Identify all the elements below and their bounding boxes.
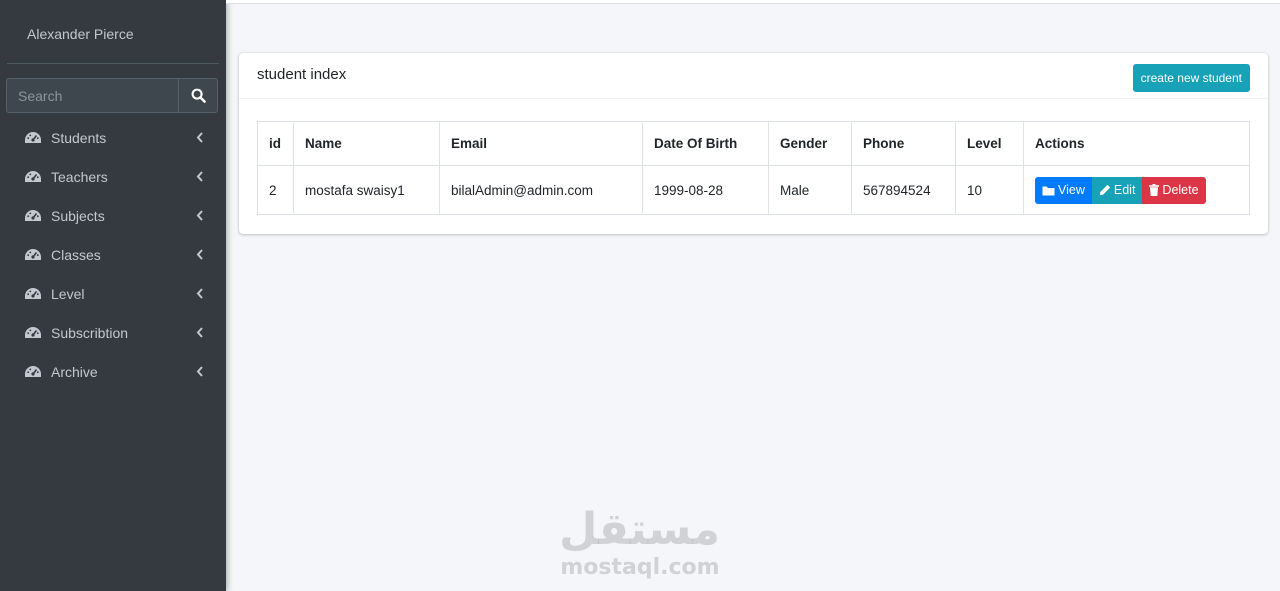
edit-button-label: Edit xyxy=(1113,183,1136,197)
user-panel: Alexander Pierce xyxy=(7,0,219,64)
sidebar-nav: Students Teachers Subjects Classes Level… xyxy=(0,118,226,391)
sidebar-item-teachers[interactable]: Teachers xyxy=(0,157,226,196)
card-header: student index create new student xyxy=(239,53,1268,99)
cell-email: bilalAdmin@admin.com xyxy=(439,165,643,215)
cell-phone: 567894524 xyxy=(851,165,956,215)
cell-dob: 1999-08-28 xyxy=(642,165,769,215)
column-header-actions: Actions xyxy=(1023,121,1250,166)
column-header-id[interactable]: id xyxy=(257,121,294,166)
sidebar-item-subjects[interactable]: Subjects xyxy=(0,196,226,235)
search-input[interactable] xyxy=(6,78,178,113)
column-header-level[interactable]: Level xyxy=(955,121,1024,166)
tachometer-icon xyxy=(24,325,42,341)
watermark: مستقل mostaql.com xyxy=(559,504,720,581)
chevron-left-icon xyxy=(196,171,204,182)
sidebar-item-level[interactable]: Level xyxy=(0,274,226,313)
watermark-latin: mostaql.com xyxy=(560,555,720,580)
tachometer-icon xyxy=(24,247,42,263)
user-name[interactable]: Alexander Pierce xyxy=(27,26,134,42)
sidebar-item-label: Level xyxy=(51,285,85,302)
student-index-card: student index create new student id Name… xyxy=(239,53,1268,234)
cell-actions: View Edit Delete xyxy=(1023,165,1250,215)
sidebar-item-archive[interactable]: Archive xyxy=(0,352,226,391)
tachometer-icon xyxy=(24,364,42,380)
sidebar-item-subscribtion[interactable]: Subscribtion xyxy=(0,313,226,352)
chevron-left-icon xyxy=(196,249,204,260)
trash-icon xyxy=(1149,184,1160,196)
students-table: id Name Email Date Of Birth Gender Phone… xyxy=(257,121,1250,215)
chevron-left-icon xyxy=(196,327,204,338)
sidebar: Alexander Pierce Students xyxy=(0,0,226,591)
sidebar-item-label: Teachers xyxy=(51,168,108,185)
sidebar-item-label: Students xyxy=(51,129,107,146)
top-navbar xyxy=(226,0,1280,4)
cell-gender: Male xyxy=(768,165,852,215)
edit-button[interactable]: Edit xyxy=(1091,176,1143,204)
view-button[interactable]: View xyxy=(1035,176,1092,204)
chevron-left-icon xyxy=(196,366,204,377)
cell-id: 2 xyxy=(257,165,294,215)
tachometer-icon xyxy=(24,169,42,185)
sidebar-item-label: Archive xyxy=(51,363,98,380)
search-button[interactable] xyxy=(178,78,218,113)
tachometer-icon xyxy=(24,286,42,302)
search-icon xyxy=(191,88,206,103)
chevron-left-icon xyxy=(196,288,204,299)
create-student-button[interactable]: create new student xyxy=(1132,64,1250,92)
delete-button-label: Delete xyxy=(1162,183,1199,197)
column-header-phone[interactable]: Phone xyxy=(851,121,956,166)
folder-icon xyxy=(1042,185,1055,196)
sidebar-item-students[interactable]: Students xyxy=(0,118,226,157)
table-header-row: id Name Email Date Of Birth Gender Phone… xyxy=(257,121,1250,166)
cell-name: mostafa swaisy1 xyxy=(293,165,440,215)
sidebar-item-label: Subscribtion xyxy=(51,324,129,341)
column-header-email[interactable]: Email xyxy=(439,121,643,166)
tachometer-icon xyxy=(24,208,42,224)
column-header-gender[interactable]: Gender xyxy=(768,121,852,166)
column-header-dob[interactable]: Date Of Birth xyxy=(642,121,769,166)
page-title: student index xyxy=(257,66,347,83)
sidebar-item-label: Subjects xyxy=(51,207,105,224)
sidebar-item-label: Classes xyxy=(51,246,101,263)
table-row: 2 mostafa swaisy1 bilalAdmin@admin.com 1… xyxy=(257,165,1250,215)
column-header-name[interactable]: Name xyxy=(293,121,440,166)
cell-level: 10 xyxy=(955,165,1024,215)
sidebar-search xyxy=(6,78,218,113)
pencil-icon xyxy=(1099,184,1111,196)
delete-button[interactable]: Delete xyxy=(1142,176,1206,204)
chevron-left-icon xyxy=(196,132,204,143)
sidebar-item-classes[interactable]: Classes xyxy=(0,235,226,274)
watermark-arabic: مستقل xyxy=(559,504,720,555)
row-actions: View Edit Delete xyxy=(1035,176,1238,204)
view-button-label: View xyxy=(1058,183,1085,197)
chevron-left-icon xyxy=(196,210,204,221)
tachometer-icon xyxy=(24,130,42,146)
